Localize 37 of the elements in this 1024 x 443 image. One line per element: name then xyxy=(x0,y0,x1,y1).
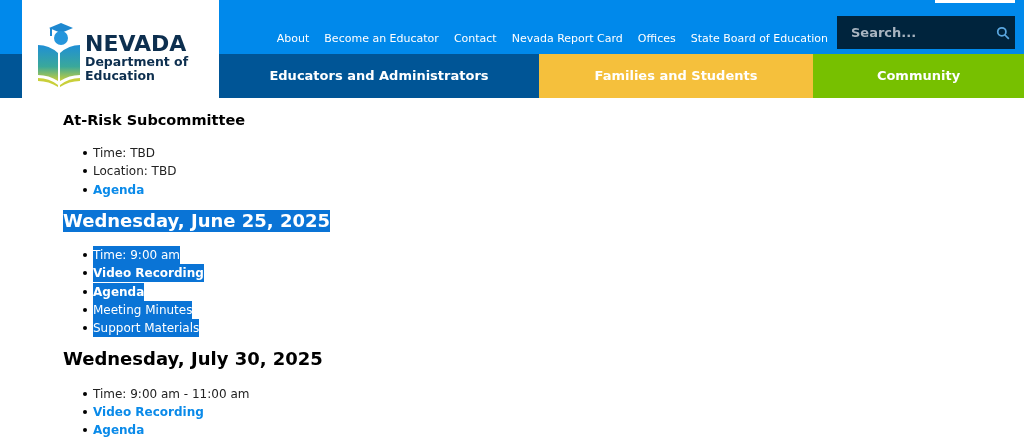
document-link[interactable]: Agenda xyxy=(93,180,145,199)
detail-text: Time: TBD xyxy=(93,145,156,163)
detail-text: Location: TBD xyxy=(93,163,177,181)
bullet-icon xyxy=(83,187,87,192)
search-field[interactable]: Search... xyxy=(837,16,1015,49)
bullet-icon xyxy=(83,253,87,258)
bullet-icon xyxy=(83,428,87,433)
top-nav-link[interactable]: Offices xyxy=(637,30,676,47)
bullet-icon xyxy=(83,289,87,294)
bullet-icon xyxy=(83,391,87,396)
document-link[interactable]: Agenda xyxy=(93,421,145,440)
detail-text: Time: 9:00 am - 11:00 am xyxy=(93,385,250,403)
bullet-icon xyxy=(83,169,87,174)
document-link[interactable]: Meeting Minutes xyxy=(93,300,193,319)
bullet-icon xyxy=(83,307,87,312)
section-heading: Wednesday, June 25, 2025 xyxy=(63,209,330,232)
bullet-icon xyxy=(83,326,87,331)
section-heading: Wednesday, July 30, 2025 xyxy=(63,348,323,371)
top-nav-link[interactable]: State Board of Education xyxy=(690,30,828,47)
section-heading: At-Risk Subcommittee xyxy=(63,111,246,129)
document-link[interactable]: Video Recording xyxy=(93,402,204,421)
logo-title: NEVADA xyxy=(85,33,188,55)
nav-tab[interactable]: Community xyxy=(813,54,1024,98)
bullet-icon xyxy=(83,151,87,156)
document-link[interactable]: Video Recording xyxy=(93,264,204,283)
book-graduate-icon xyxy=(37,23,81,87)
top-nav-link[interactable]: Nevada Report Card xyxy=(511,30,623,47)
top-nav-link[interactable]: Contact xyxy=(453,30,497,47)
document-link[interactable]: Agenda xyxy=(93,282,145,301)
bullet-icon xyxy=(83,409,87,414)
top-nav-link[interactable]: About xyxy=(276,30,310,47)
detail-text: Time: 9:00 am xyxy=(93,246,181,265)
document-link[interactable]: Support Materials xyxy=(93,319,200,338)
search-icon[interactable] xyxy=(996,26,1010,40)
top-nav-link[interactable]: Become an Educator xyxy=(324,30,439,47)
logo-subtitle: Department of Education xyxy=(85,55,190,83)
bullet-icon xyxy=(83,271,87,276)
